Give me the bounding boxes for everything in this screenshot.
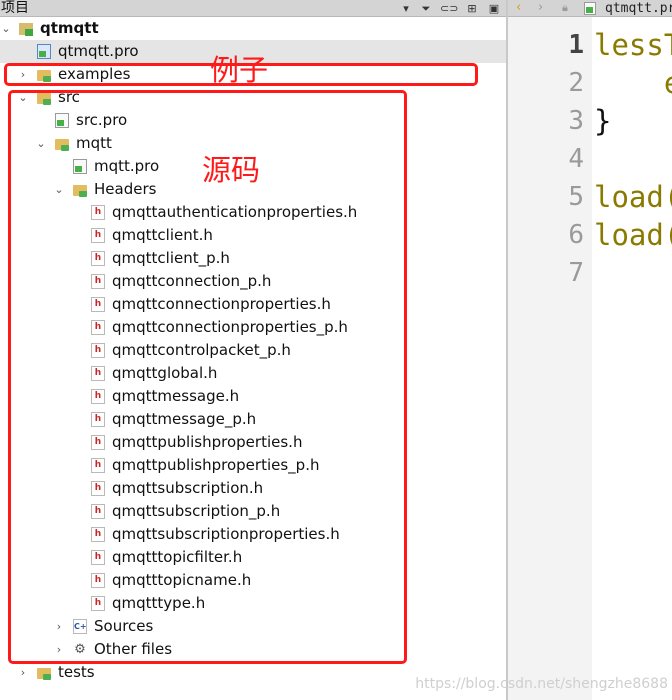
editor-tab-label[interactable]: qtmqtt.pro [605, 1, 672, 16]
forward-arrow-icon[interactable]: › [538, 0, 543, 16]
chevron-down-icon[interactable]: ▾ [398, 1, 414, 16]
code-line[interactable]: lessT [594, 26, 672, 64]
link-icon[interactable]: ⊂⊃ [440, 1, 458, 16]
lock-icon: 🔒︎ [562, 1, 568, 14]
editor-toolbar: ‹ › 🔒︎ qtmqtt.pro [508, 0, 672, 17]
qt-project-icon [19, 23, 33, 36]
line-number: 3 [568, 106, 584, 136]
line-number: 2 [568, 68, 584, 98]
tree-item-label: qtmqtt.pro [58, 42, 139, 60]
split-icon[interactable]: ⊞ [464, 1, 480, 16]
project-pane-title: 项目 [1, 0, 29, 16]
line-number: 4 [568, 144, 584, 174]
tree-item-label: qtmqtt [40, 19, 99, 37]
line-number-gutter: 1 2 3 4 5 6 7 [508, 17, 592, 700]
code-line[interactable]: load( [594, 178, 672, 216]
examples-annotation: 例子 [210, 53, 269, 87]
folder-icon [37, 668, 51, 680]
src-annotation: 源码 [202, 153, 261, 187]
watermark: https://blog.csdn.net/shengzhe8688 [415, 676, 668, 692]
pro-file-icon [37, 44, 51, 59]
editor-pane: ‹ › 🔒︎ qtmqtt.pro 1 2 3 4 5 6 7 lessT e … [508, 0, 672, 700]
chevron-down-icon[interactable]: ⌄ [0, 17, 12, 40]
filter-icon[interactable]: ⏷ [418, 1, 434, 16]
line-number: 7 [568, 258, 584, 288]
tree-item-qtmqtt[interactable]: ⌄ qtmqtt [0, 17, 506, 40]
project-pane: 项目 ▾ ⏷ ⊂⊃ ⊞ ▣ ⌄ qtmqtt qtmqtt.pro › exam… [0, 0, 506, 700]
back-arrow-icon[interactable]: ‹ [516, 0, 521, 16]
pro-file-icon [584, 2, 596, 15]
code-line[interactable]: e [594, 64, 672, 102]
project-pane-toolbar: 项目 ▾ ⏷ ⊂⊃ ⊞ ▣ [0, 0, 506, 17]
chevron-right-icon[interactable]: › [17, 661, 29, 684]
line-number: 5 [568, 182, 584, 212]
code-line[interactable]: load( [594, 216, 672, 254]
code-line[interactable]: } [594, 102, 611, 140]
tree-item-label: tests [58, 663, 95, 681]
line-number: 6 [568, 220, 584, 250]
line-number: 1 [568, 30, 584, 60]
close-pane-icon[interactable]: ▣ [486, 1, 502, 16]
